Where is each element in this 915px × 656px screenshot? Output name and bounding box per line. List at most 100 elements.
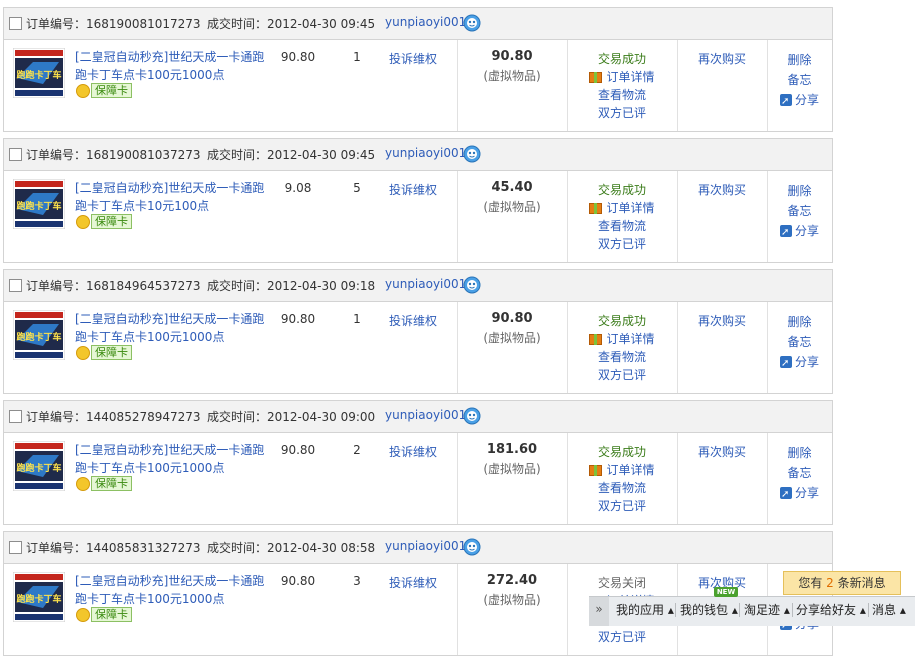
product-thumbnail[interactable]: 跑跑卡丁车 bbox=[13, 572, 65, 622]
toolbar-footprint[interactable]: 淘足迹 ▴ bbox=[744, 601, 790, 618]
toolbar-messages[interactable]: 消息 ▴ bbox=[872, 601, 906, 618]
delete-link[interactable]: 删除 bbox=[767, 312, 832, 332]
seller-link[interactable]: yunpiaoyi001 bbox=[385, 408, 466, 422]
bottom-toolbar: » 我的应用 ▴ 我的钱包 ▴ 淘足迹 ▴ 分享给好友 ▴ 消息 ▴ bbox=[589, 596, 915, 626]
column-divider bbox=[677, 40, 678, 131]
guarantee-badge[interactable]: 保障卡 bbox=[76, 214, 132, 229]
quantity: 3 bbox=[353, 574, 361, 588]
deal-time: 成交时间：2012-04-30 09:18 bbox=[207, 279, 376, 293]
both-rated-link[interactable]: 双方已评 bbox=[567, 497, 677, 515]
product-title-link[interactable]: [二皇冠自动秒充]世纪天成一卡通跑跑卡丁车点卡10元100点 bbox=[75, 179, 265, 215]
delete-link[interactable]: 删除 bbox=[767, 443, 832, 463]
status-column: 交易成功 订单详情 查看物流 双方已评 bbox=[567, 443, 677, 515]
order-select-checkbox[interactable] bbox=[9, 410, 22, 423]
guarantee-badge[interactable]: 保障卡 bbox=[76, 607, 132, 622]
seller-link[interactable]: yunpiaoyi001 bbox=[385, 15, 466, 29]
toolbar-divider bbox=[868, 603, 869, 617]
guarantee-icon bbox=[76, 83, 90, 98]
complain-link[interactable]: 投诉维权 bbox=[389, 443, 437, 460]
unit-price: 90.80 bbox=[280, 443, 316, 457]
view-logistics-link[interactable]: 查看物流 bbox=[567, 479, 677, 497]
wangwang-chat-icon[interactable] bbox=[463, 276, 481, 294]
complain-link[interactable]: 投诉维权 bbox=[389, 50, 437, 67]
column-divider bbox=[767, 433, 768, 524]
column-divider bbox=[567, 171, 568, 262]
both-rated-link[interactable]: 双方已评 bbox=[567, 104, 677, 122]
memo-link[interactable]: 备忘 bbox=[767, 332, 832, 352]
order-number: 订单编号：168190081037273 bbox=[26, 148, 201, 162]
wangwang-chat-icon[interactable] bbox=[463, 407, 481, 425]
share-link[interactable]: 分享 bbox=[767, 483, 832, 505]
product-thumbnail[interactable]: 跑跑卡丁车 bbox=[13, 441, 65, 491]
memo-link[interactable]: 备忘 bbox=[767, 463, 832, 483]
wangwang-chat-icon[interactable] bbox=[463, 145, 481, 163]
rebuy-link[interactable]: 再次购买 bbox=[677, 50, 767, 67]
order-select-checkbox[interactable] bbox=[9, 541, 22, 554]
share-link[interactable]: 分享 bbox=[767, 90, 832, 112]
order-select-checkbox[interactable] bbox=[9, 148, 22, 161]
virtual-goods-label: (虚拟物品) bbox=[483, 593, 541, 607]
order-number: 订单编号：168184964537273 bbox=[26, 279, 201, 293]
share-icon bbox=[779, 223, 792, 243]
new-message-notice[interactable]: 您有 2 条新消息 bbox=[783, 571, 901, 595]
order-detail-link[interactable]: 订单详情 bbox=[567, 330, 677, 348]
deal-time: 成交时间：2012-04-30 09:45 bbox=[207, 17, 376, 31]
order-card: 订单编号：144085831327273 成交时间：2012-04-30 08:… bbox=[3, 531, 833, 656]
order-select-checkbox[interactable] bbox=[9, 17, 22, 30]
order-header: 订单编号：168190081037273 成交时间：2012-04-30 09:… bbox=[4, 139, 832, 171]
seller-link[interactable]: yunpiaoyi001 bbox=[385, 539, 466, 553]
order-select-checkbox[interactable] bbox=[9, 279, 22, 292]
wangwang-chat-icon[interactable] bbox=[463, 538, 481, 556]
complain-link[interactable]: 投诉维权 bbox=[389, 574, 437, 591]
trade-status: 交易关闭 bbox=[597, 576, 646, 590]
product-thumbnail[interactable]: 跑跑卡丁车 bbox=[13, 179, 65, 229]
rebuy-link[interactable]: 再次购买 bbox=[677, 181, 767, 198]
seller-link[interactable]: yunpiaoyi001 bbox=[385, 277, 466, 291]
guarantee-badge[interactable]: 保障卡 bbox=[76, 345, 132, 360]
share-link[interactable]: 分享 bbox=[767, 352, 832, 374]
both-rated-link[interactable]: 双方已评 bbox=[567, 628, 677, 646]
product-title-link[interactable]: [二皇冠自动秒充]世纪天成一卡通跑跑卡丁车点卡100元1000点 bbox=[75, 441, 265, 477]
complain-link[interactable]: 投诉维权 bbox=[389, 181, 437, 198]
complain-link[interactable]: 投诉维权 bbox=[389, 312, 437, 329]
column-divider bbox=[767, 302, 768, 393]
order-body: 跑跑卡丁车 [二皇冠自动秒充]世纪天成一卡通跑跑卡丁车点卡100元1000点 保… bbox=[4, 433, 832, 524]
guarantee-badge[interactable]: 保障卡 bbox=[76, 476, 132, 491]
rebuy-link[interactable]: 再次购买 bbox=[677, 312, 767, 329]
memo-link[interactable]: 备忘 bbox=[767, 70, 832, 90]
seller-link[interactable]: yunpiaoyi001 bbox=[385, 146, 466, 160]
view-logistics-link[interactable]: 查看物流 bbox=[567, 217, 677, 235]
toolbar-expand-icon[interactable]: » bbox=[589, 597, 609, 626]
unit-price: 90.80 bbox=[280, 312, 316, 326]
svg-text:跑跑卡丁车: 跑跑卡丁车 bbox=[16, 200, 61, 212]
order-total: 90.80 bbox=[491, 311, 533, 326]
both-rated-link[interactable]: 双方已评 bbox=[567, 366, 677, 384]
memo-link[interactable]: 备忘 bbox=[767, 201, 832, 221]
toolbar-share-friends[interactable]: 分享给好友 ▴ bbox=[796, 601, 866, 618]
trade-status: 交易成功 bbox=[597, 183, 646, 197]
unit-price: 9.08 bbox=[284, 181, 312, 195]
guarantee-badge[interactable]: 保障卡 bbox=[76, 83, 132, 98]
rebuy-link[interactable]: 再次购买 bbox=[677, 443, 767, 460]
product-thumbnail[interactable]: 跑跑卡丁车 bbox=[13, 310, 65, 360]
share-link[interactable]: 分享 bbox=[767, 221, 832, 243]
order-detail-link[interactable]: 订单详情 bbox=[567, 199, 677, 217]
order-detail-link[interactable]: 订单详情 bbox=[567, 68, 677, 86]
toolbar-my-wallet[interactable]: 我的钱包 ▴ bbox=[680, 601, 738, 618]
view-logistics-link[interactable]: 查看物流 bbox=[567, 348, 677, 366]
view-logistics-link[interactable]: 查看物流 bbox=[567, 86, 677, 104]
delete-link[interactable]: 删除 bbox=[767, 181, 832, 201]
product-title-link[interactable]: [二皇冠自动秒充]世纪天成一卡通跑跑卡丁车点卡100元1000点 bbox=[75, 310, 265, 346]
delete-link[interactable]: 删除 bbox=[767, 50, 832, 70]
toolbar-my-apps[interactable]: 我的应用 ▴ bbox=[616, 601, 674, 618]
virtual-goods-label: (虚拟物品) bbox=[483, 462, 541, 476]
order-detail-link[interactable]: 订单详情 bbox=[567, 461, 677, 479]
product-title-link[interactable]: [二皇冠自动秒充]世纪天成一卡通跑跑卡丁车点卡100元1000点 bbox=[75, 48, 265, 84]
wangwang-chat-icon[interactable] bbox=[463, 14, 481, 32]
operations-column: 删除 备忘 分享 bbox=[767, 181, 832, 243]
column-divider bbox=[457, 40, 458, 131]
svg-text:跑跑卡丁车: 跑跑卡丁车 bbox=[16, 462, 61, 474]
product-thumbnail[interactable]: 跑跑卡丁车 bbox=[13, 48, 65, 98]
both-rated-link[interactable]: 双方已评 bbox=[567, 235, 677, 253]
product-title-link[interactable]: [二皇冠自动秒充]世纪天成一卡通跑跑卡丁车点卡100元1000点 bbox=[75, 572, 265, 608]
